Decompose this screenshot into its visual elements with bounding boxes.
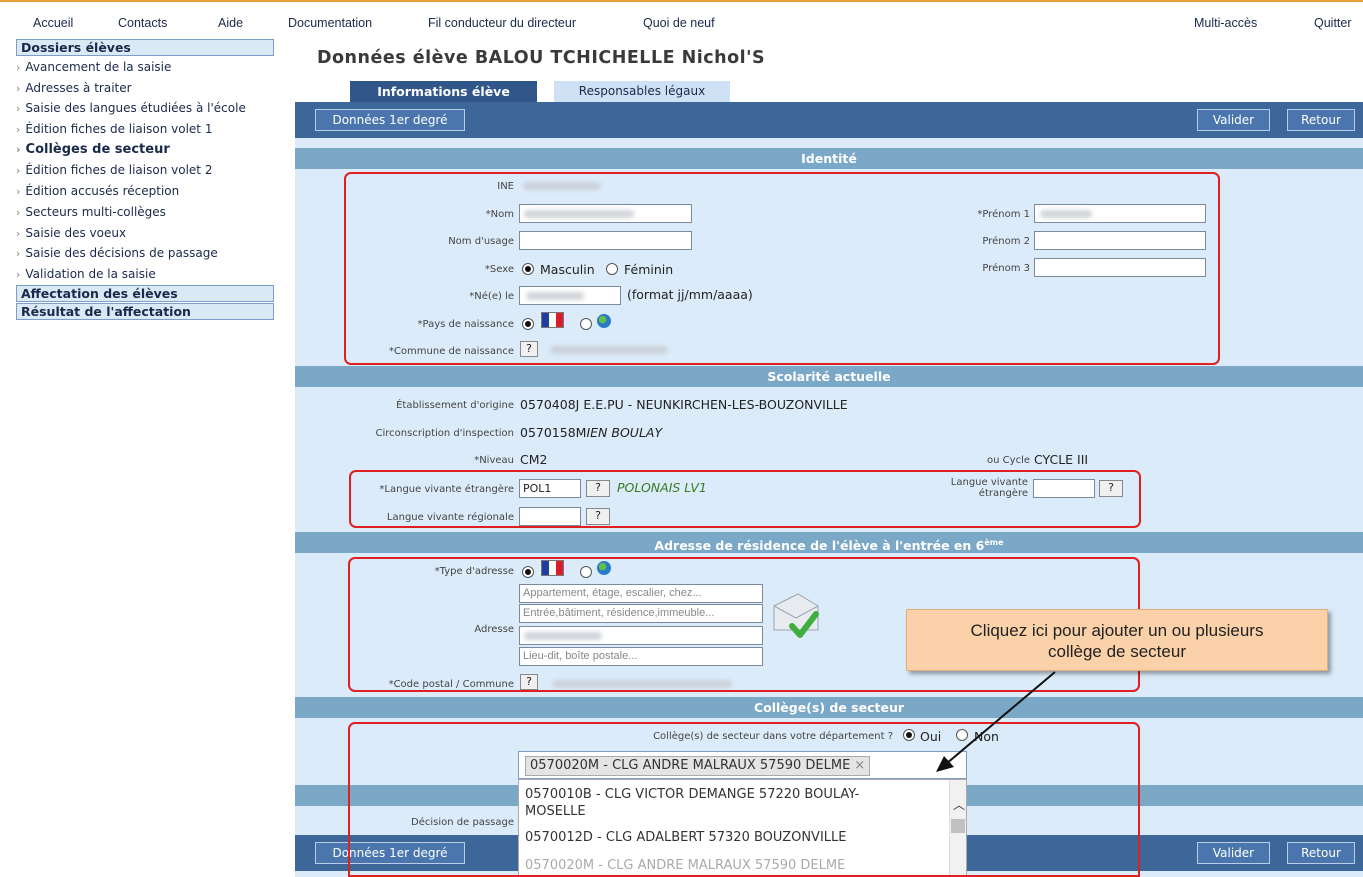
sidebar-item-label: Édition fiches de liaison volet 1 xyxy=(25,122,213,137)
section-college-header: Collège(s) de secteur xyxy=(295,697,1363,718)
retour-button[interactable]: Retour xyxy=(1287,109,1355,131)
niveau-label: *Niveau xyxy=(474,455,514,466)
etablissement-value: 0570408J E.E.PU - NEUNKIRCHEN-LES-BOUZON… xyxy=(520,397,848,412)
adresse-header-sup: ème xyxy=(984,538,1004,547)
callout-arrow-icon xyxy=(936,671,1056,772)
section-adresse-header: Adresse de résidence de l'élève à l'entr… xyxy=(295,532,1363,553)
valider-button[interactable]: Valider xyxy=(1197,109,1270,131)
chevron-right-icon: › xyxy=(16,247,21,261)
menu-accueil[interactable]: Accueil xyxy=(33,16,73,30)
sidebar-item-fiches-volet2[interactable]: › Édition fiches de liaison volet 2 xyxy=(16,160,274,181)
sidebar-item-label: Édition fiches de liaison volet 2 xyxy=(25,163,213,178)
menu-quoi-de-neuf[interactable]: Quoi de neuf xyxy=(643,16,715,30)
chevron-right-icon: › xyxy=(16,267,21,281)
sidebar-item-label: Saisie des voeux xyxy=(25,225,127,240)
chevron-right-icon: › xyxy=(16,123,21,137)
sidebar-section-affectation[interactable]: Affectation des élèves xyxy=(16,284,274,302)
top-menu-bar: Accueil Contacts Aide Documentation Fil … xyxy=(0,0,1363,34)
sidebar-item-label: Saisie des décisions de passage xyxy=(25,246,218,261)
menu-quitter[interactable]: Quitter xyxy=(1314,16,1352,30)
chevron-right-icon: › xyxy=(16,102,21,116)
cycle-label: ou Cycle xyxy=(987,455,1030,466)
sidebar-item-voeux[interactable]: › Saisie des voeux xyxy=(16,223,274,244)
sidebar-item-decisions[interactable]: › Saisie des décisions de passage xyxy=(16,243,274,264)
valider-button-bottom[interactable]: Valider xyxy=(1197,842,1270,864)
menu-aide[interactable]: Aide xyxy=(218,16,243,30)
help-callout: Cliquez ici pour ajouter un ou plusieurs… xyxy=(906,609,1328,671)
langues-highlight-box xyxy=(349,470,1141,528)
callout-line1: Cliquez ici pour ajouter un ou plusieurs xyxy=(970,621,1264,640)
circonscription-label: Circonscription d'inspection xyxy=(375,428,514,439)
tab-informations-eleve[interactable]: Informations élève xyxy=(350,81,537,102)
sidebar-item-validation[interactable]: › Validation de la saisie xyxy=(16,264,274,285)
tab-responsables-legaux[interactable]: Responsables légaux xyxy=(554,81,730,102)
sidebar-item-adresses[interactable]: › Adresses à traiter xyxy=(16,78,274,99)
sidebar-item-label: Secteurs multi-collèges xyxy=(25,204,166,219)
sidebar-item-label: Saisie des langues étudiées à l'école xyxy=(25,101,246,116)
donnees-1er-degre-button[interactable]: Données 1er degré xyxy=(315,109,465,131)
chevron-right-icon: › xyxy=(16,142,21,156)
sidebar-item-colleges-secteur[interactable]: › Collèges de secteur xyxy=(16,140,274,161)
sidebar-item-label: Avancement de la saisie xyxy=(25,60,172,74)
chevron-right-icon: › xyxy=(16,164,21,178)
chevron-right-icon: › xyxy=(16,81,21,95)
chevron-right-icon: › xyxy=(16,61,21,74)
adresse-header-text: Adresse de résidence de l'élève à l'entr… xyxy=(654,538,985,554)
sidebar-section-resultat[interactable]: Résultat de l'affectation xyxy=(16,302,274,320)
chevron-right-icon: › xyxy=(16,185,21,199)
niveau-value: CM2 xyxy=(520,452,548,467)
identite-highlight-box xyxy=(344,172,1220,365)
menu-fil-conducteur[interactable]: Fil conducteur du directeur xyxy=(428,16,576,30)
sidebar: Dossiers élèves › Avancement de la saisie… xyxy=(16,39,274,321)
retour-button-bottom[interactable]: Retour xyxy=(1287,842,1355,864)
callout-line2: collège de secteur xyxy=(1048,642,1186,661)
chevron-right-icon: › xyxy=(16,226,21,240)
sidebar-item-label: Collèges de secteur xyxy=(25,141,170,157)
page-title: Données élève BALOU TCHICHELLE Nichol'S xyxy=(317,48,766,68)
sidebar-item-accuses[interactable]: › Édition accusés réception xyxy=(16,181,274,202)
sidebar-item-label: Édition accusés réception xyxy=(25,184,180,199)
sidebar-item-label: Validation de la saisie xyxy=(25,266,156,281)
sidebar-item-langues[interactable]: › Saisie des langues étudiées à l'école xyxy=(16,98,274,119)
circonscription-name: IEN BOULAY xyxy=(586,425,663,440)
sidebar-item-secteurs-multi[interactable]: › Secteurs multi-collèges xyxy=(16,202,274,223)
cycle-value: CYCLE III xyxy=(1034,452,1089,467)
chevron-right-icon: › xyxy=(16,205,21,219)
circonscription-value: 0570158MIEN BOULAY xyxy=(520,425,662,440)
sidebar-item-label: Adresses à traiter xyxy=(25,80,132,95)
menu-contacts[interactable]: Contacts xyxy=(118,16,167,30)
menu-multi-acces[interactable]: Multi-accès xyxy=(1194,16,1257,30)
sidebar-section-dossiers[interactable]: Dossiers élèves xyxy=(16,39,274,56)
menu-documentation[interactable]: Documentation xyxy=(288,16,372,30)
section-scolarite-header: Scolarité actuelle xyxy=(295,366,1363,387)
etablissement-label: Établissement d'origine xyxy=(396,400,514,411)
section-identite-header: Identité xyxy=(295,148,1363,169)
sidebar-item-fiches-volet1[interactable]: › Édition fiches de liaison volet 1 xyxy=(16,119,274,140)
sidebar-item-avancement[interactable]: › Avancement de la saisie xyxy=(16,57,274,78)
circonscription-code: 0570158M xyxy=(520,425,587,440)
